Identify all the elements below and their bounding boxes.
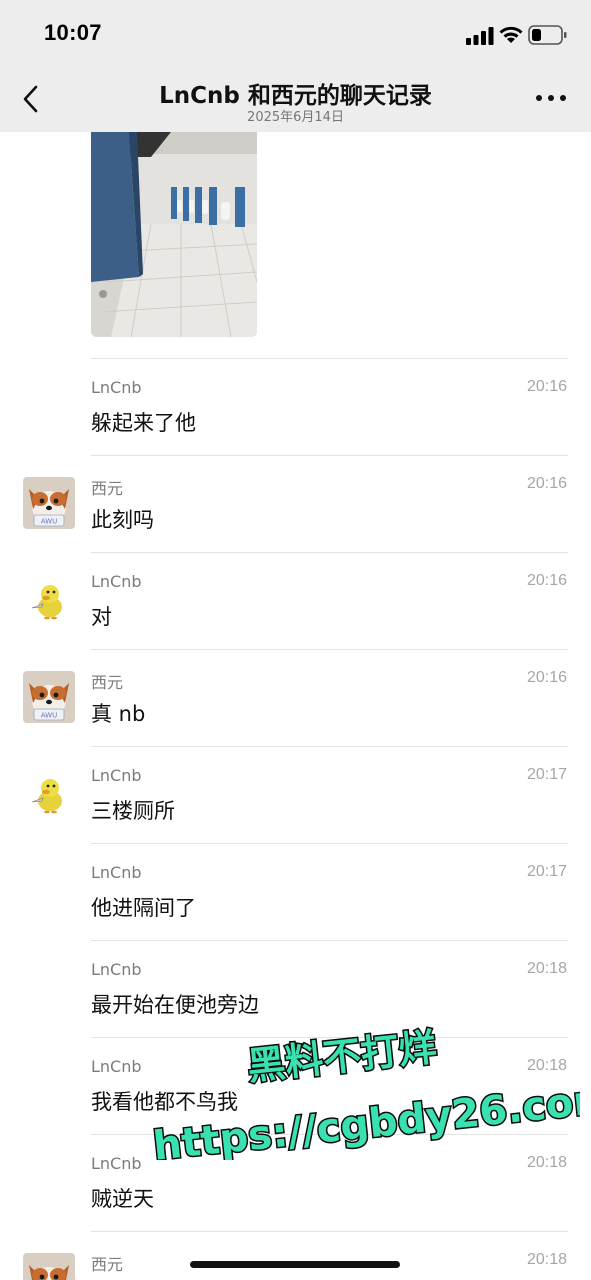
message-time: 20:17 [526,766,567,783]
message-divider [91,940,568,941]
message-divider [91,1231,568,1232]
message-item[interactable]: LnCnb 20:17 三楼厕所 [0,746,591,843]
svg-text:AWU: AWU [41,518,57,526]
battery-icon [528,25,567,45]
message-text: 躲起来了他 [91,411,196,435]
message-divider [91,843,568,844]
avatar-dog[interactable]: AWU [23,1253,75,1280]
message-item[interactable]: LnCnb 20:18 最开始在便池旁边 [0,940,591,1037]
avatar-dog[interactable]: AWU [23,477,75,529]
restroom-photo-image [91,132,257,337]
message-item[interactable]: LnCnb 20:16 对 [0,552,591,649]
message-text: 他进隔间了 [91,896,196,920]
message-sender: LnCnb [91,766,142,785]
chat-history-date: 2025年6月14日 [247,110,344,125]
message-item[interactable]: AWU 西元 20:16 此刻吗 [0,455,591,552]
message-time: 20:18 [526,1154,567,1171]
message-divider [91,358,568,359]
wifi-icon [499,26,523,43]
status-bar: 10:07 [0,0,591,64]
message-sender: LnCnb [91,863,142,882]
message-text: 贼逆天 [91,1187,154,1211]
message-time: 20:18 [526,1057,567,1074]
message-divider [91,552,568,553]
message-item[interactable]: AWU 西元 20:18 [0,1231,591,1280]
message-sender: 西元 [91,1255,124,1274]
avatar-duck[interactable] [23,574,75,626]
message-text: 真 nb [91,702,146,726]
message-time: 20:16 [526,378,567,395]
message-sender: 西元 [91,673,124,692]
message-time: 20:16 [526,572,567,589]
message-divider [91,649,568,650]
message-sender: LnCnb [91,960,142,979]
avatar-dog[interactable]: AWU [23,671,75,723]
message-time: 20:18 [526,960,567,977]
message-divider [91,455,568,456]
message-time: 20:16 [526,669,567,686]
status-time: 10:07 [44,20,102,45]
message-text: 三楼厕所 [91,799,175,823]
message-sender: LnCnb [91,378,142,397]
message-sender: 西元 [91,479,124,498]
restroom-photo[interactable] [91,132,257,337]
message-item[interactable]: LnCnb 20:18 贼逆天 [0,1134,591,1231]
message-text: 最开始在便池旁边 [91,993,259,1017]
message-text: 对 [91,605,112,629]
message-time: 20:17 [526,863,567,880]
chat-record-list: LnCnb 20:16 躲起来了他 AWU 西元 20:16 此刻吗 LnCnb 20:1… [0,132,591,1280]
message-text: 此刻吗 [91,508,154,532]
message-time: 20:18 [526,1251,567,1268]
message-item[interactable]: LnCnb 20:16 躲起来了他 [0,358,591,455]
message-divider [91,1134,568,1135]
message-item[interactable]: AWU 西元 20:16 真 nb [0,649,591,746]
message-divider [91,1037,568,1038]
avatar-duck[interactable] [23,768,75,820]
message-sender: LnCnb [91,1057,142,1076]
cellular-signal-icon [466,27,494,45]
nav-bar: LnCnb 和西元的聊天记录 2025年6月14日 [0,64,591,132]
message-item[interactable]: LnCnb 20:17 他进隔间了 [0,843,591,940]
message-item[interactable]: LnCnb 20:18 我看他都不鸟我 [0,1037,591,1134]
chat-history-title: LnCnb 和西元的聊天记录 [159,83,432,109]
message-sender: LnCnb [91,572,142,591]
more-options-icon[interactable] [534,90,568,106]
message-time: 20:16 [526,475,567,492]
message-sender: LnCnb [91,1154,142,1173]
svg-text:AWU: AWU [41,712,57,720]
home-indicator[interactable] [190,1261,400,1268]
message-divider [91,746,568,747]
message-text: 我看他都不鸟我 [91,1090,238,1114]
